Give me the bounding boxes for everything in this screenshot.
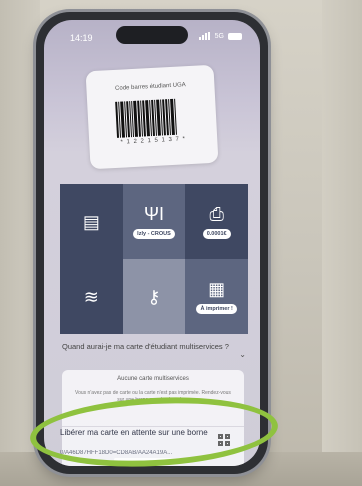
barcode: [115, 98, 189, 138]
student-card[interactable]: Code barres étudiant UGA * 1 2 2 1 5 1 3…: [85, 64, 219, 170]
tile-printer[interactable]: ⎙ 0.0001€: [185, 184, 248, 259]
tile-print-jobs-label: À imprimer !: [196, 303, 237, 314]
background-wall-left: [0, 0, 40, 486]
card-icon: ▤: [82, 211, 100, 232]
notch: [116, 26, 188, 44]
tile-card[interactable]: ▤: [60, 184, 123, 259]
chevron-down-icon: ⌄: [239, 350, 246, 359]
swimmer-icon: ≋: [83, 286, 99, 307]
key-lock-icon: ⚷: [147, 286, 161, 307]
sheet-title: Aucune carte multiservices: [117, 376, 189, 382]
tile-sport[interactable]: ≋: [60, 259, 123, 334]
background-wall-right: [322, 0, 362, 486]
battery-icon: [228, 32, 242, 40]
status-indicators: 5G: [198, 32, 242, 40]
tile-crous-label: Izly - CROUS: [133, 228, 175, 239]
card-title: Code barres étudiant UGA: [114, 82, 186, 92]
faq-item[interactable]: Quand aurai-je ma carte d'étudiant multi…: [62, 342, 246, 370]
status-time: 14:19: [70, 33, 93, 43]
tile-printer-label: 0.0001€: [202, 228, 231, 239]
service-grid: ▤ ΨΙ Izly - CROUS ⎙ 0.0001€ ≋ ⚷ ▦ À impr…: [60, 184, 248, 334]
tile-print-jobs[interactable]: ▦ À imprimer !: [185, 259, 248, 334]
network-type: 5G: [214, 32, 224, 40]
tile-crous[interactable]: ΨΙ Izly - CROUS: [122, 184, 186, 259]
signal-icon: [198, 32, 211, 40]
fork-knife-icon: ΨΙ: [143, 203, 165, 224]
card-number: * 1 2 2 1 5 1 3 7 *: [120, 136, 187, 146]
printer-icon: ⎙: [209, 203, 224, 224]
tile-access[interactable]: ⚷: [122, 259, 186, 334]
faq-question: Quand aurai-je ma carte d'étudiant multi…: [62, 342, 229, 351]
print-job-icon: ▦: [208, 278, 226, 299]
